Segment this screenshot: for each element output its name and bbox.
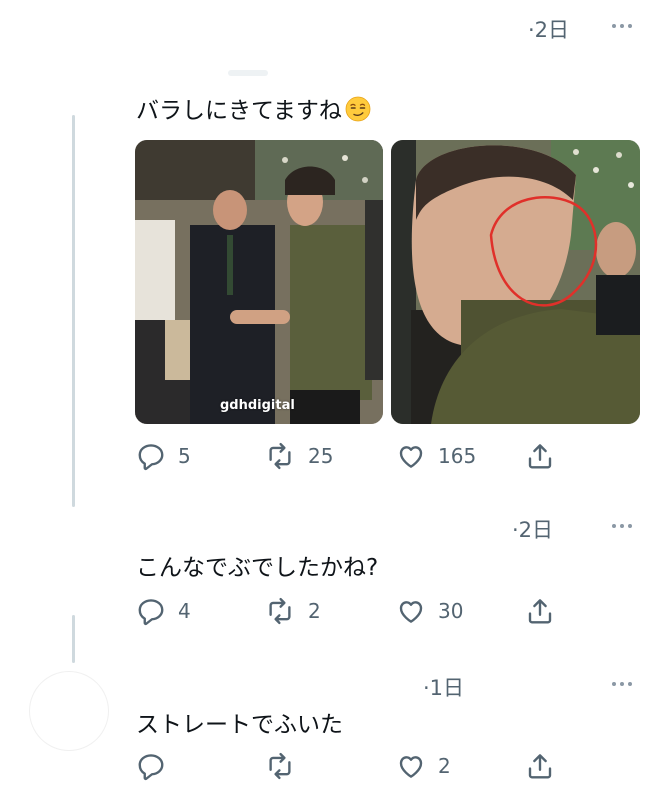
thread-line xyxy=(72,115,75,507)
retweet-button[interactable] xyxy=(264,751,308,781)
like-button[interactable]: 2 xyxy=(396,751,451,781)
reply-3-text: ストレートでふいた xyxy=(136,712,343,738)
like-icon xyxy=(396,596,426,626)
reply-button[interactable]: 4 xyxy=(136,596,191,626)
photo-watermark: gdhdigital xyxy=(220,398,295,413)
like-count: 2 xyxy=(438,754,451,778)
retweet-icon xyxy=(264,441,296,471)
like-button[interactable]: 165 xyxy=(396,441,476,471)
smirking-face-emoji xyxy=(345,96,371,122)
reply-1-timestamp[interactable]: ·2日 xyxy=(528,14,569,44)
share-button[interactable] xyxy=(525,441,555,471)
like-button[interactable]: 30 xyxy=(396,596,463,626)
reply-3-timestamp[interactable]: ·1日 xyxy=(423,672,464,702)
like-count: 165 xyxy=(438,444,477,468)
reply-icon xyxy=(136,441,166,471)
photo-closeup-image xyxy=(391,140,640,424)
photo-handshake-image xyxy=(135,140,383,424)
reply-1-text-body: バラしにきてますね xyxy=(136,98,342,124)
more-icon[interactable] xyxy=(612,682,632,686)
share-icon xyxy=(525,751,555,781)
reply-icon xyxy=(136,751,166,781)
retweet-icon xyxy=(264,596,296,626)
header-fragment xyxy=(228,70,268,76)
reply-2-timestamp[interactable]: ·2日 xyxy=(512,514,553,544)
reply-1-text: バラしにきてますね xyxy=(136,91,371,125)
more-icon[interactable] xyxy=(612,524,632,528)
retweet-button[interactable]: 25 xyxy=(264,441,333,471)
avatar[interactable] xyxy=(30,672,108,750)
retweet-count: 2 xyxy=(308,599,321,623)
like-icon xyxy=(396,751,426,781)
retweet-count: 25 xyxy=(308,444,334,468)
reply-button[interactable]: 5 xyxy=(136,441,191,471)
reply-button[interactable] xyxy=(136,751,178,781)
share-button[interactable] xyxy=(525,596,555,626)
retweet-icon xyxy=(264,751,296,781)
reply-icon xyxy=(136,596,166,626)
share-icon xyxy=(525,441,555,471)
reply-count: 4 xyxy=(178,599,191,623)
thread-line xyxy=(72,615,75,663)
photo-closeup[interactable] xyxy=(391,140,640,424)
photo-handshake[interactable]: gdhdigital xyxy=(135,140,383,424)
reply-2-text: こんなでぶでしたかね? xyxy=(136,555,379,581)
more-icon[interactable] xyxy=(612,24,632,28)
share-button[interactable] xyxy=(525,751,555,781)
like-count: 30 xyxy=(438,599,464,623)
reply-count: 5 xyxy=(178,444,191,468)
retweet-button[interactable]: 2 xyxy=(264,596,321,626)
share-icon xyxy=(525,596,555,626)
like-icon xyxy=(396,441,426,471)
